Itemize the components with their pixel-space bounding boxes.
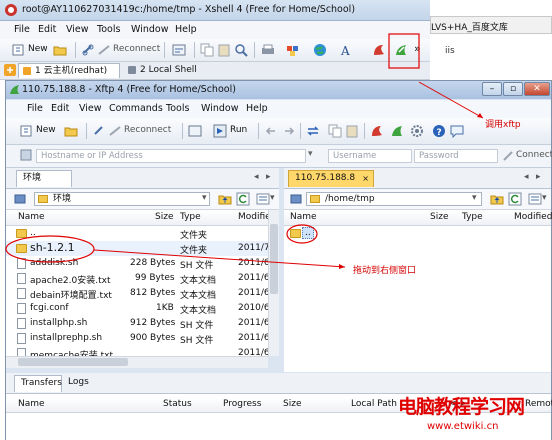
drop-target-highlight [286, 224, 318, 244]
drag-source-highlight [5, 235, 95, 263]
annotation-overlay [5, 33, 484, 269]
xftp-button-highlight [388, 33, 420, 69]
drag-arrow [93, 249, 346, 268]
watermark-url: www.etwiki.cn [427, 421, 499, 432]
annotation-drag: 拖动到右侧窗口 [353, 266, 417, 276]
annotation-call-xftp: 调用xftp [485, 120, 521, 130]
watermark-title: 电脑教程学习网 [398, 396, 525, 418]
annotation-arrow [418, 81, 484, 119]
